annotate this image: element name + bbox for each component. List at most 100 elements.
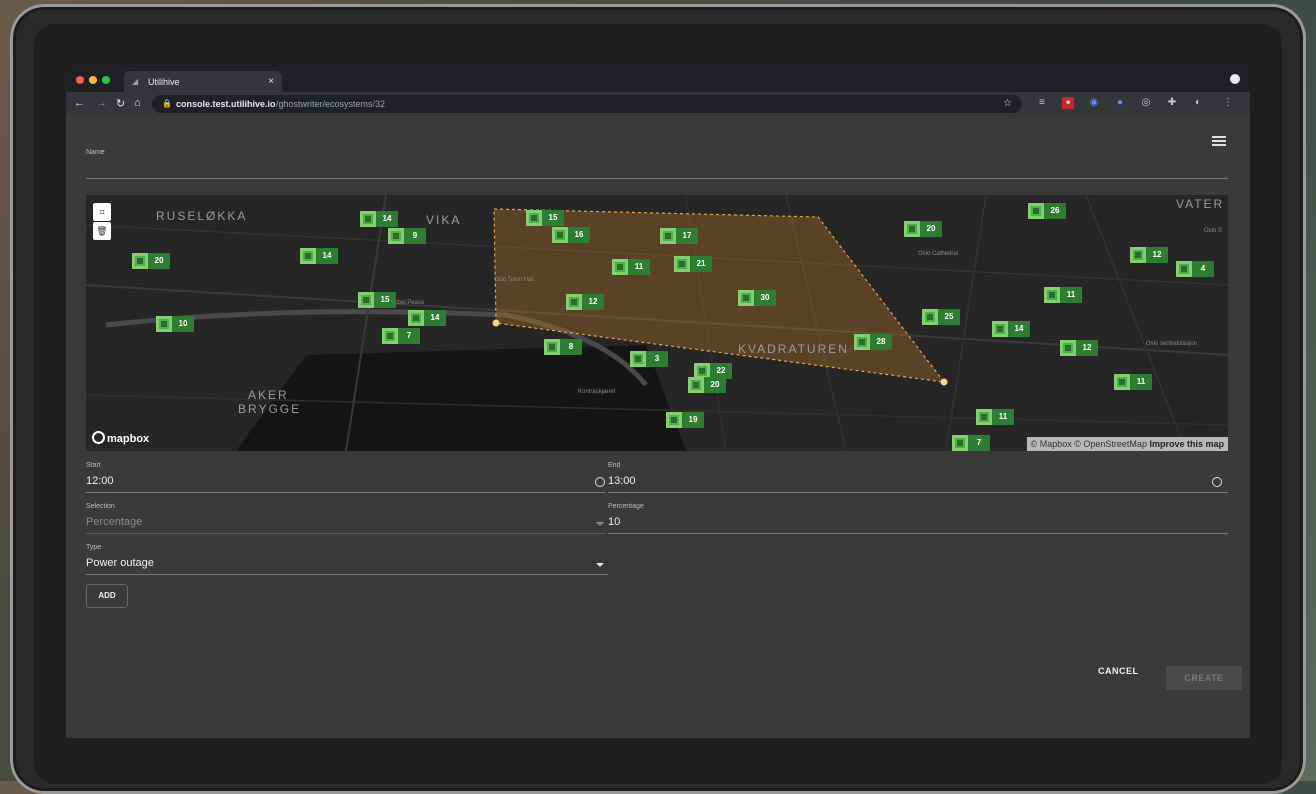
meter-cluster-marker[interactable]: 3 (630, 351, 668, 367)
browser-tab[interactable]: ◢ Utilihive × (124, 71, 282, 92)
pdf-extension-icon[interactable]: ■ (1062, 97, 1074, 109)
forward-arrow-icon[interactable]: → (96, 97, 107, 109)
more-menu-icon[interactable]: ⋮ (1222, 97, 1234, 109)
name-underline (86, 178, 1228, 179)
selection-label: Selection (86, 503, 115, 510)
meter-cluster-marker[interactable]: 9 (388, 228, 426, 244)
percentage-underline (608, 533, 1228, 534)
url-host: console.test.utilihive.io (176, 99, 276, 109)
percentage-input[interactable]: 10 (608, 516, 620, 528)
home-icon[interactable]: ⌂ (134, 97, 141, 109)
improve-map-link[interactable]: Improve this map (1149, 439, 1224, 449)
mapbox-logo-text: mapbox (107, 433, 150, 445)
meter-cluster-marker[interactable]: 12 (1060, 340, 1098, 356)
meter-cluster-marker[interactable]: 17 (660, 228, 698, 244)
polygon-vertex[interactable] (940, 378, 948, 386)
close-window-button[interactable] (76, 76, 84, 84)
map-view[interactable]: ⌗ 🗑 RUSELØKKA VIKA VATER AKER BRYGGE KVA… (86, 195, 1228, 451)
cancel-button[interactable]: CANCEL (1098, 666, 1139, 676)
create-button[interactable]: CREATE (1166, 666, 1242, 690)
browser-toolbar: ← → ↻ ⌂ 🔒 console.test.utilihive.io /gho… (66, 92, 1250, 116)
meter-cluster-marker[interactable]: 20 (132, 253, 170, 269)
back-arrow-icon[interactable]: ← (74, 97, 85, 109)
lock-icon: 🔒 (162, 99, 172, 108)
meter-cluster-marker[interactable]: 4 (1176, 261, 1214, 277)
eye-extension-icon[interactable]: ◎ (1140, 97, 1152, 109)
selection-select[interactable]: Percentage (86, 516, 142, 528)
end-underline (608, 492, 1228, 493)
tab-bar: ◢ Utilihive × (66, 68, 1250, 92)
meter-cluster-marker[interactable]: 19 (666, 412, 704, 428)
mapbox-logo[interactable]: mapbox (92, 431, 149, 445)
polygon-vertex[interactable] (492, 319, 500, 327)
meter-cluster-marker[interactable]: 11 (976, 409, 1014, 425)
name-label: Name (86, 149, 105, 156)
poi-label: Oslo sentralstasjon (1146, 341, 1198, 347)
minimize-window-button[interactable] (89, 76, 97, 84)
meter-cluster-marker[interactable]: 7 (382, 328, 420, 344)
meter-cluster-marker[interactable]: 7 (952, 435, 990, 451)
meter-cluster-marker[interactable]: 14 (992, 321, 1030, 337)
poi-label: Oslo S (1204, 228, 1223, 234)
profile-icon[interactable] (1230, 74, 1240, 84)
poi-label: Kontraskjæret (578, 389, 616, 395)
meter-cluster-marker[interactable]: 14 (408, 310, 446, 326)
meter-cluster-marker[interactable]: 12 (566, 294, 604, 310)
end-time-input[interactable]: 13:00 (608, 475, 636, 487)
map-attribution: © Mapbox © OpenStreetMap Improve this ma… (1026, 437, 1228, 451)
start-label: Start (86, 462, 101, 469)
meter-cluster-marker[interactable]: 12 (1130, 247, 1168, 263)
browser-window: ◢ Utilihive × ← → ↻ ⌂ 🔒 console.test.uti… (66, 68, 1250, 738)
list-view-icon[interactable] (1212, 136, 1226, 146)
favicon-icon: ◢ (132, 77, 139, 86)
trash-icon[interactable]: 🗑 (93, 222, 111, 240)
meter-cluster-marker[interactable]: 28 (854, 334, 892, 350)
meter-cluster-marker[interactable]: 10 (156, 316, 194, 332)
meter-cluster-marker[interactable]: 11 (1114, 374, 1152, 390)
road (1085, 195, 1187, 451)
meter-cluster-marker[interactable]: 14 (360, 211, 398, 227)
meter-cluster-marker[interactable]: 11 (1044, 287, 1082, 303)
meter-cluster-marker[interactable]: 8 (544, 339, 582, 355)
place-label: RUSELØKKA (156, 209, 248, 223)
selection-chevron-down-icon[interactable] (596, 522, 604, 526)
meter-cluster-marker[interactable]: 11 (612, 259, 650, 275)
ecosystem-form-page: Name ⌗ 🗑 RUSELØKKA VIKA VATER AKER BRYGG… (66, 116, 1250, 738)
type-label: Type (86, 544, 102, 551)
meter-cluster-marker[interactable]: 30 (738, 290, 776, 306)
place-label: BRYGGE (238, 402, 302, 416)
meter-cluster-marker[interactable]: 26 (1028, 203, 1066, 219)
start-time-input[interactable]: 12:00 (86, 475, 114, 487)
percentage-label: Percentage (608, 503, 644, 510)
avatar-icon[interactable]: ◐ (1192, 97, 1204, 109)
meter-cluster-marker[interactable]: 15 (526, 210, 564, 226)
meter-cluster-marker[interactable]: 25 (922, 309, 960, 325)
user-extension-icon[interactable]: ● (1114, 97, 1126, 109)
meter-cluster-marker[interactable]: 20 (688, 377, 726, 393)
attribution-text: © Mapbox © OpenStreetMap (1030, 439, 1147, 449)
start-clock-icon[interactable] (595, 477, 605, 487)
address-bar[interactable]: 🔒 console.test.utilihive.io /ghostwriter… (152, 95, 1022, 113)
type-underline (86, 574, 608, 575)
place-label: VATER (1176, 197, 1225, 211)
tab-close-icon[interactable]: × (268, 76, 274, 87)
meter-cluster-marker[interactable]: 16 (552, 227, 590, 243)
bookmark-star-icon[interactable]: ☆ (1003, 95, 1012, 113)
window-controls (76, 76, 110, 84)
meter-cluster-marker[interactable]: 15 (358, 292, 396, 308)
end-clock-icon[interactable] (1212, 477, 1222, 487)
meter-cluster-marker[interactable]: 20 (904, 221, 942, 237)
compass-extension-icon[interactable]: ◉ (1088, 97, 1100, 109)
puzzle-extension-icon[interactable]: ✚ (1166, 97, 1178, 109)
tab-title: Utilihive (148, 77, 180, 87)
draw-polygon-icon[interactable]: ⌗ (93, 203, 111, 221)
maximize-window-button[interactable] (102, 76, 110, 84)
url-path: /ghostwriter/ecosystems/32 (276, 99, 386, 109)
reload-icon[interactable]: ↻ (116, 97, 125, 110)
add-button[interactable]: ADD (86, 584, 128, 608)
layers-extension-icon[interactable]: ≡ (1036, 97, 1048, 109)
type-chevron-down-icon[interactable] (596, 563, 604, 567)
meter-cluster-marker[interactable]: 14 (300, 248, 338, 264)
type-select[interactable]: Power outage (86, 557, 154, 569)
meter-cluster-marker[interactable]: 21 (674, 256, 712, 272)
